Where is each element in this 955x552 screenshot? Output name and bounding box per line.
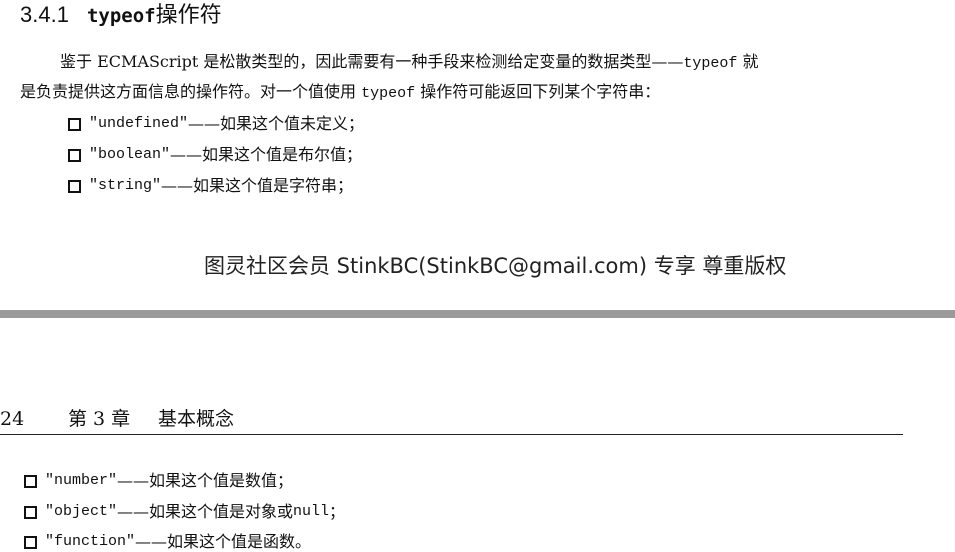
list-item-text: ——如果这个值是对象或: [117, 502, 294, 521]
paragraph-line-1: 鉴于 ECMAScript 是松散类型的，因此需要有一种手段来检测给定变量的数据…: [60, 52, 759, 74]
paragraph-line-1-end: 就: [737, 52, 759, 71]
paragraph-line-1-text: 鉴于 ECMAScript 是松散类型的，因此需要有一种手段来检测给定变量的数据…: [60, 52, 684, 71]
checkbox-bullet-icon: [68, 117, 81, 131]
list-item-code: "boolean": [89, 146, 171, 163]
list-item-text: ——如果这个值未定义；: [188, 114, 365, 133]
page-separator: [0, 310, 955, 318]
chapter-title: 基本概念: [158, 408, 235, 430]
list-item-text: ——如果这个值是字符串；: [161, 176, 354, 195]
checkbox-bullet-icon: [24, 535, 37, 549]
section-heading: 3.4.1 typeof操作符: [20, 2, 222, 29]
list-item-code: "object": [45, 503, 118, 520]
checkbox-bullet-icon: [24, 505, 37, 519]
list-item: "object" ——如果这个值是对象或 null；: [24, 502, 345, 522]
list-item-text-end: ；: [329, 502, 346, 521]
paragraph-line-2-code: typeof: [361, 85, 416, 102]
paragraph-line-1-code: typeof: [683, 55, 738, 72]
chapter-label: 第 3 章: [68, 408, 131, 430]
list-item-code: "function": [45, 533, 136, 550]
list-item-text: ——如果这个值是函数。: [135, 532, 312, 551]
list-item: "number" ——如果这个值是数值；: [24, 471, 293, 491]
page-header: 24 第 3 章 基本概念: [0, 406, 903, 435]
list-item-text: ——如果这个值是数值；: [117, 471, 294, 490]
checkbox-bullet-icon: [68, 179, 81, 193]
list-item: "function" ——如果这个值是函数。: [24, 532, 311, 552]
list-item: "boolean" ——如果这个值是布尔值；: [68, 145, 362, 165]
section-title-suffix: 操作符: [155, 3, 222, 28]
watermark-text: 图灵社区会员 StinkBC(StinkBC@gmail.com) 专享 尊重版…: [204, 254, 787, 278]
list-item-code: "undefined": [89, 115, 189, 132]
list-item-code-null: null: [293, 503, 330, 520]
list-item: "string" ——如果这个值是字符串；: [68, 176, 353, 196]
list-item-code: "string": [89, 177, 162, 194]
paragraph-line-2-end: 操作符可能返回下列某个字符串：: [415, 82, 661, 101]
section-number: 3.4.1: [20, 2, 69, 27]
paragraph-line-2: 是负责提供这方面信息的操作符。对一个值使用 typeof 操作符可能返回下列某个…: [20, 82, 660, 104]
list-item: "undefined" ——如果这个值未定义；: [68, 114, 364, 134]
list-item-text: ——如果这个值是布尔值；: [170, 145, 363, 164]
page-number: 24: [0, 408, 25, 430]
paragraph-line-2-start: 是负责提供这方面信息的操作符。对一个值使用: [20, 82, 362, 101]
checkbox-bullet-icon: [68, 148, 81, 162]
list-item-code: "number": [45, 472, 118, 489]
section-code: typeof: [86, 5, 156, 27]
checkbox-bullet-icon: [24, 474, 37, 488]
